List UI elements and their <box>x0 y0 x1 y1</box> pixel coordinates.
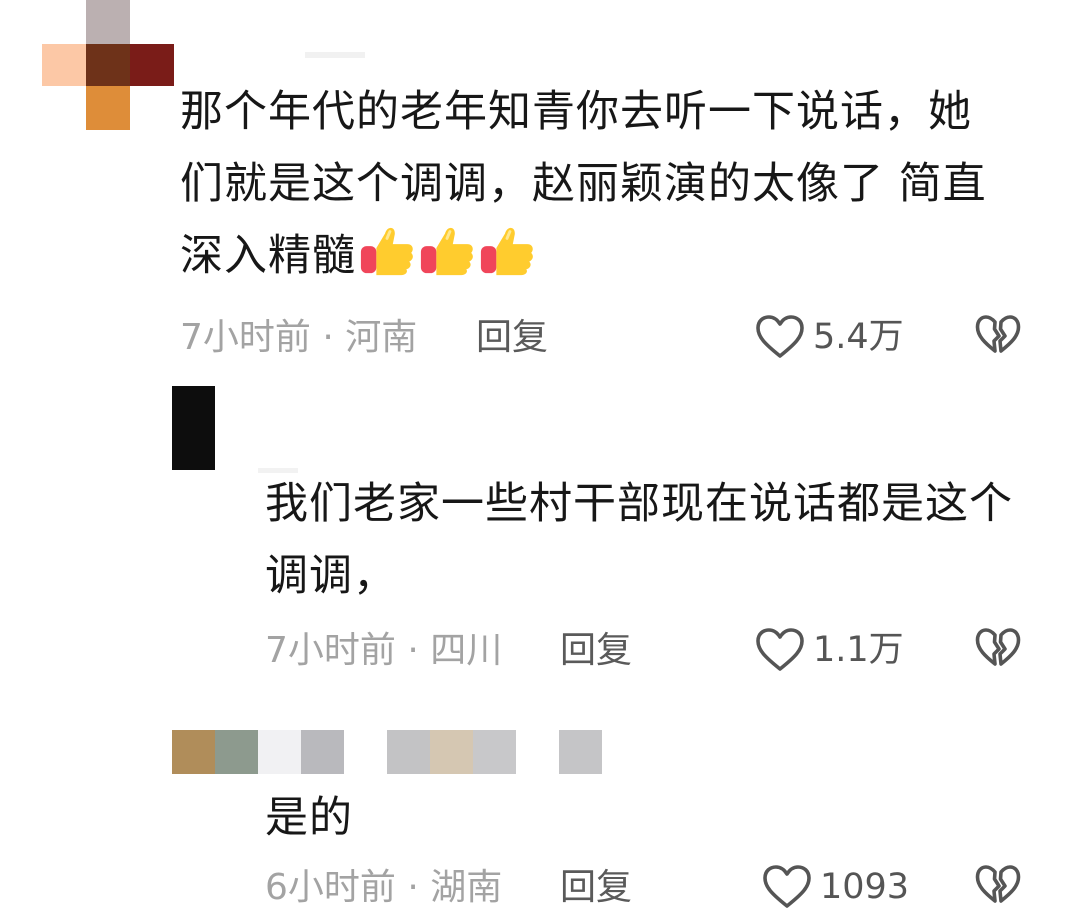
comment-1-meta: 7小时前 · 河南 <box>180 318 417 358</box>
thumbs-up-emoji-icon <box>360 227 413 276</box>
broken-heart-icon[interactable] <box>975 627 1021 671</box>
comment-3-like-count: 1093 <box>820 867 910 907</box>
comment-3-meta: 6小时前 · 湖南 <box>265 868 502 908</box>
comment-3-time: 6小时前 <box>265 867 396 908</box>
comment-2-reply-button[interactable]: 回复 <box>560 631 632 671</box>
comment-2-meta: 7小时前 · 四川 <box>265 631 502 671</box>
broken-heart-icon[interactable] <box>975 864 1021 908</box>
comment-1-location: 河南 <box>345 317 418 358</box>
avatar-2-pixelated[interactable] <box>172 386 215 470</box>
thumbs-up-emoji-group <box>358 220 538 278</box>
avatar-1-pixelated[interactable] <box>42 0 174 130</box>
comment-2-like-button[interactable]: 1.1万 <box>755 627 904 673</box>
comment-2-location: 四川 <box>430 630 503 671</box>
comment-3-reply-button[interactable]: 回复 <box>560 868 632 908</box>
meta-separator: · <box>395 867 431 908</box>
comment-1-body: 那个年代的老年知青你去听一下说话，她 们就是这个调调，赵丽颖演的太像了 简直 深… <box>180 87 987 281</box>
comment-3-text: 是的 <box>265 793 353 843</box>
username-3-pixelated[interactable] <box>387 730 602 774</box>
meta-separator: · <box>310 317 346 358</box>
comment-2-like-count: 1.1万 <box>813 630 904 670</box>
comment-2-time: 7小时前 <box>265 630 396 671</box>
broken-heart-icon[interactable] <box>975 314 1021 358</box>
avatar-3-pixelated[interactable] <box>172 730 344 774</box>
comment-3-location: 湖南 <box>430 867 503 908</box>
comment-1-text: 那个年代的老年知青你去听一下说话，她 们就是这个调调，赵丽颖演的太像了 简直 深… <box>180 76 1060 292</box>
meta-separator: · <box>395 630 431 671</box>
comment-1-reply-button[interactable]: 回复 <box>476 318 548 358</box>
username-1-pixelated[interactable] <box>305 52 365 58</box>
thumbs-up-emoji-icon <box>480 227 533 276</box>
thumbs-up-emoji-icon <box>420 227 473 276</box>
comment-1-time: 7小时前 <box>180 317 311 358</box>
heart-outline-icon <box>756 628 804 671</box>
comment-1-like-button[interactable]: 5.4万 <box>755 314 904 360</box>
comment-1-like-count: 5.4万 <box>813 317 904 357</box>
comment-3-like-button[interactable]: 1093 <box>762 864 909 910</box>
comment-2-text: 我们老家一些村干部现在说话都是这个 调调， <box>265 479 1013 601</box>
heart-outline-icon <box>763 865 811 908</box>
heart-outline-icon <box>756 315 804 358</box>
